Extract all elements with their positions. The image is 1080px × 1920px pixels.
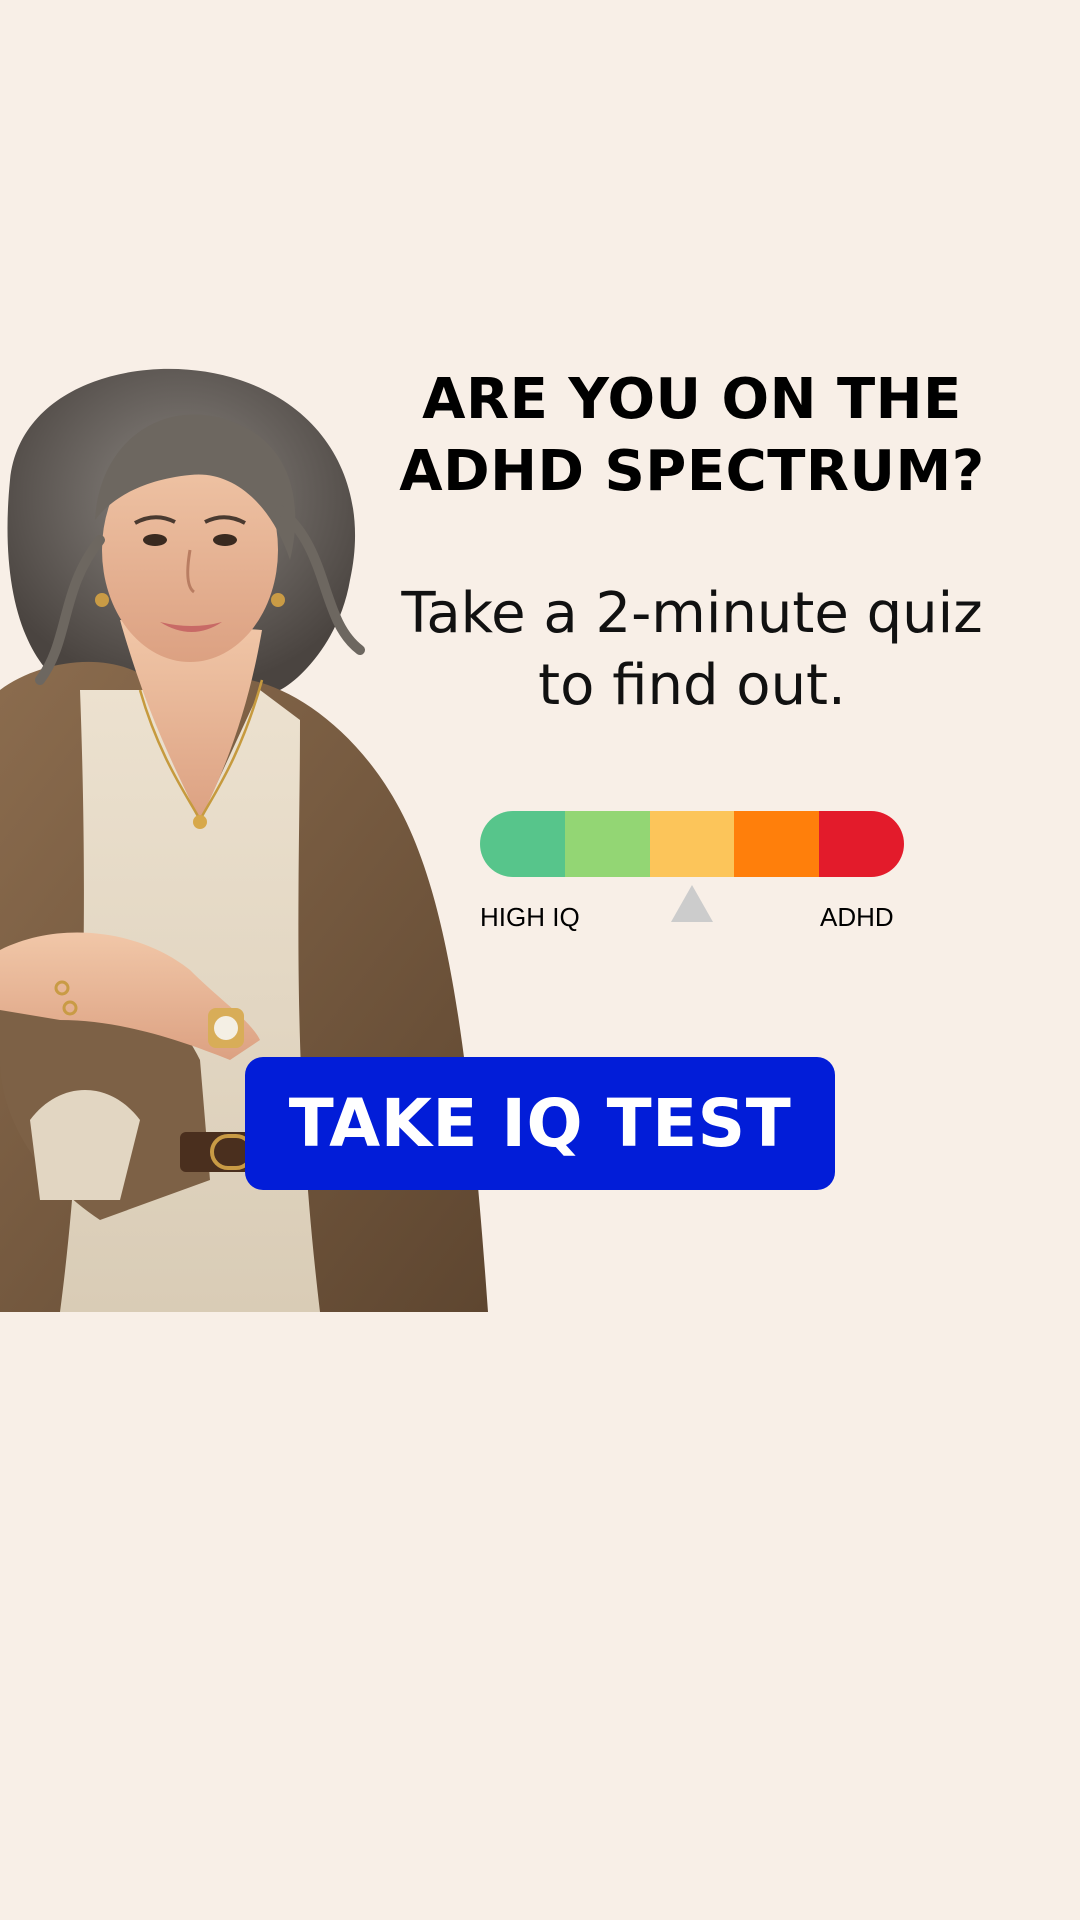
subheadline-line-2: to find out. xyxy=(538,653,846,718)
spectrum-segment xyxy=(819,811,904,877)
ad-page: ARE YOU ON THE ADHD SPECTRUM? Take a 2-m… xyxy=(0,0,1080,1920)
spectrum-segment xyxy=(480,811,565,877)
headline-line-1: ARE YOU ON THE xyxy=(422,367,962,432)
take-iq-test-button[interactable]: TAKE IQ TEST xyxy=(245,1057,835,1190)
subheadline-line-1: Take a 2-minute quiz xyxy=(401,581,983,646)
scale-label-high-iq: HIGH IQ xyxy=(480,902,580,932)
headline: ARE YOU ON THE ADHD SPECTRUM? xyxy=(372,364,1012,508)
spectrum-segment xyxy=(649,811,735,877)
spectrum-scale-bar xyxy=(480,811,904,877)
headline-line-2: ADHD SPECTRUM? xyxy=(399,439,985,504)
spectrum-segment xyxy=(734,811,820,877)
subheadline: Take a 2-minute quiz to find out. xyxy=(372,578,1012,722)
spectrum-segment xyxy=(564,811,650,877)
scale-label-adhd: ADHD xyxy=(820,902,894,932)
scale-pointer-triangle-icon xyxy=(671,885,713,922)
